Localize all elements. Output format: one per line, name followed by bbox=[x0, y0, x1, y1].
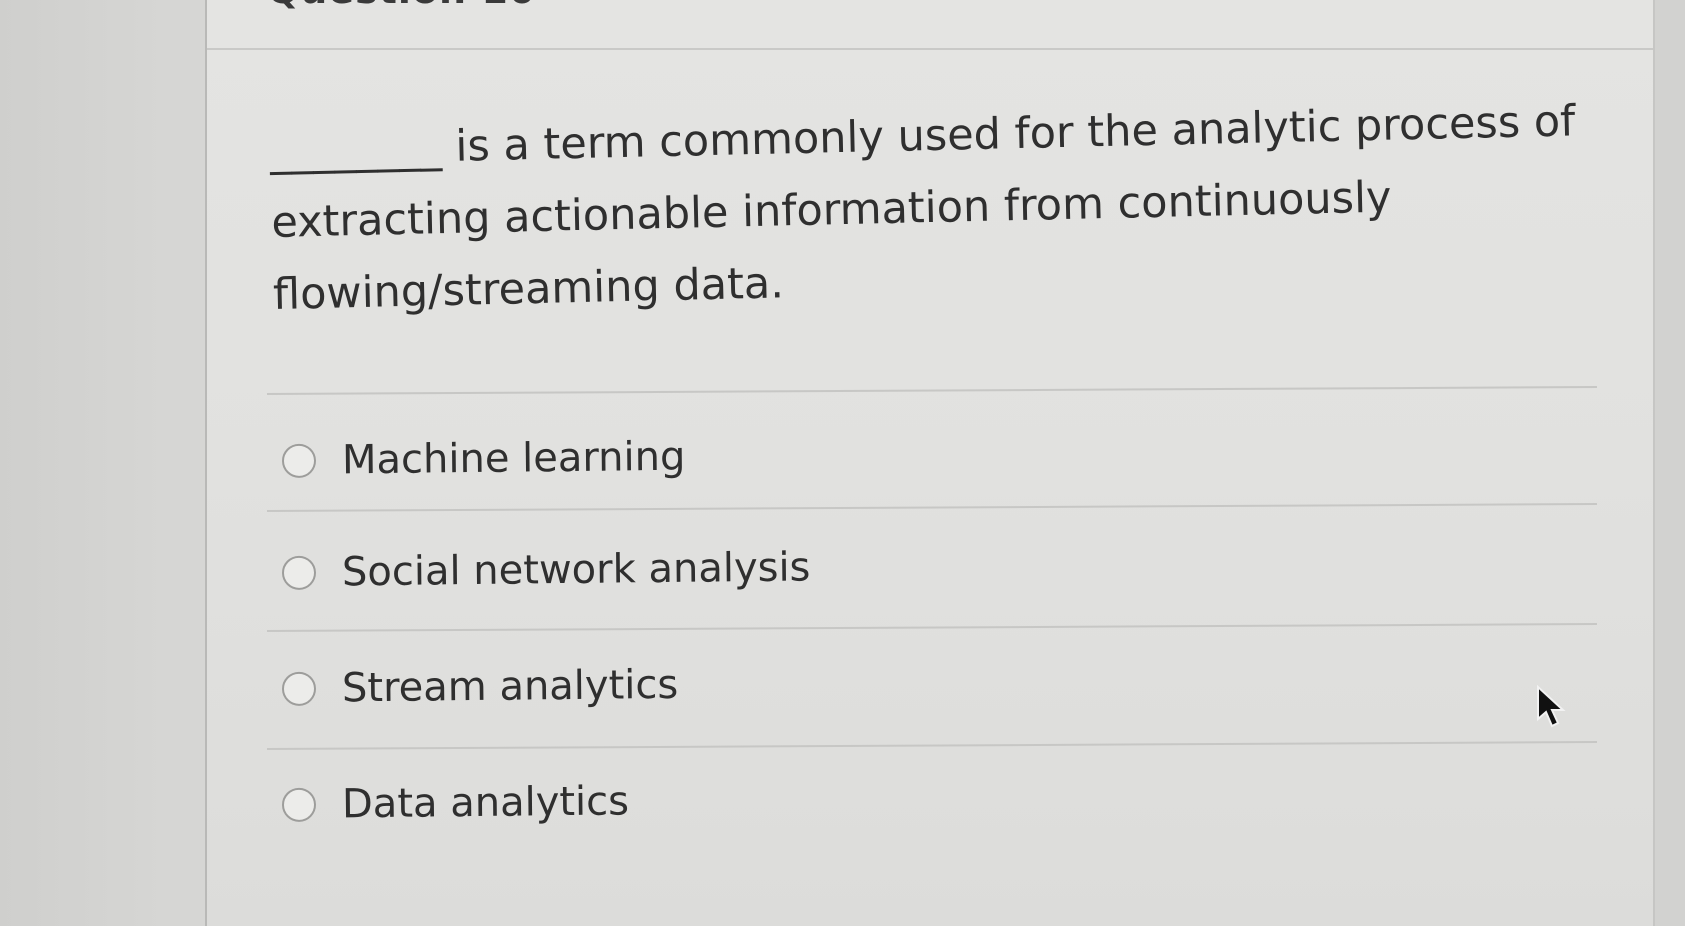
option-label: Machine learning bbox=[341, 433, 686, 484]
option-divider bbox=[267, 741, 1597, 750]
radio-button-icon[interactable] bbox=[281, 555, 317, 590]
question-header: Question 10 bbox=[207, 0, 1653, 50]
mouse-pointer-icon bbox=[1537, 685, 1566, 728]
option-social-network-analysis[interactable]: Social network analysis bbox=[281, 544, 811, 596]
option-machine-learning[interactable]: Machine learning bbox=[281, 433, 686, 484]
radio-button-icon[interactable] bbox=[281, 443, 317, 478]
option-divider bbox=[267, 623, 1597, 632]
option-stream-analytics[interactable]: Stream analytics bbox=[281, 661, 679, 712]
option-label: Stream analytics bbox=[341, 661, 679, 712]
screen: Question 10 ________ is a term commonly … bbox=[0, 0, 1685, 926]
question-card: Question 10 ________ is a term commonly … bbox=[205, 0, 1655, 926]
radio-button-icon[interactable] bbox=[281, 671, 317, 706]
option-label: Data analytics bbox=[341, 778, 630, 828]
radio-button-icon[interactable] bbox=[281, 787, 317, 822]
question-title: Question 10 bbox=[267, 0, 536, 12]
option-divider bbox=[267, 503, 1597, 512]
option-data-analytics[interactable]: Data analytics bbox=[281, 778, 630, 828]
question-text: ________ is a term commonly used for the… bbox=[269, 96, 1576, 320]
option-divider bbox=[267, 386, 1597, 395]
option-label: Social network analysis bbox=[341, 544, 811, 596]
